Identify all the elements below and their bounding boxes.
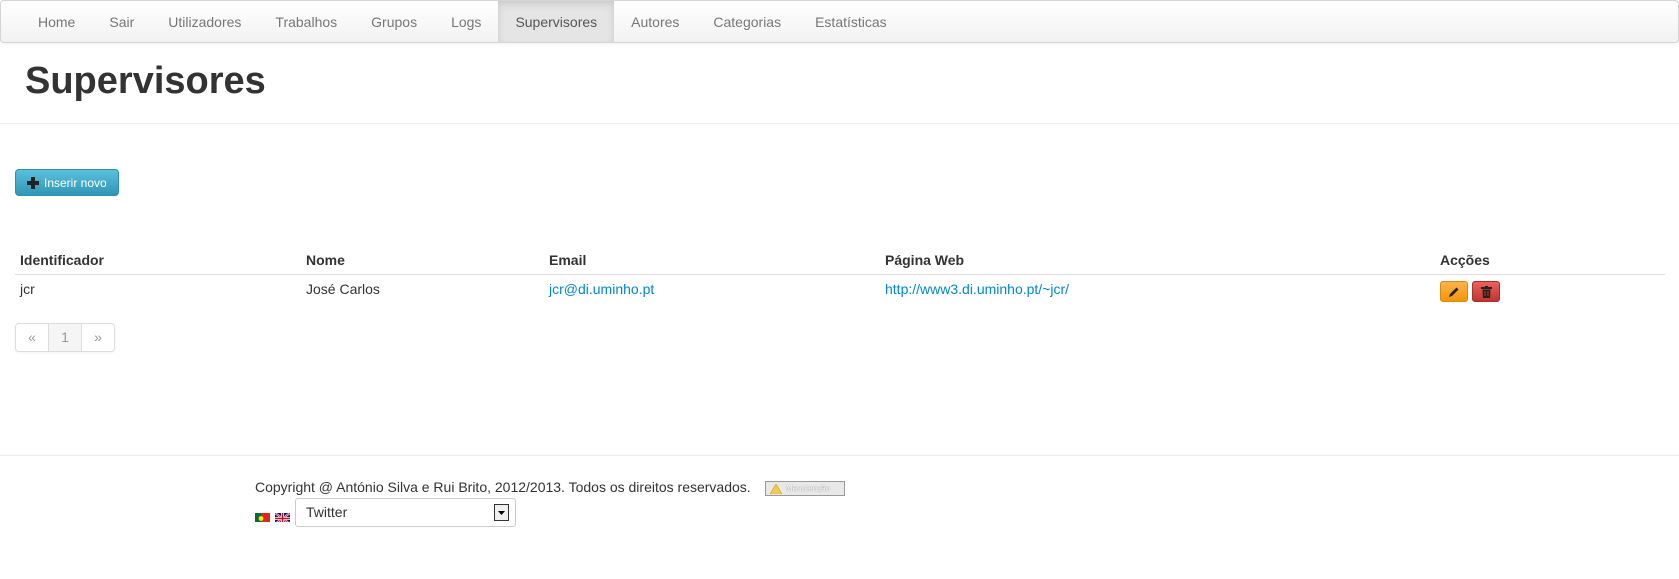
nav-item-utilizadores[interactable]: Utilizadores bbox=[151, 1, 258, 43]
maintenance-label: Manutenção bbox=[786, 484, 831, 493]
pagination: « 1 » bbox=[15, 323, 115, 352]
social-select-value: Twitter bbox=[306, 504, 348, 520]
insert-new-label: Inserir novo bbox=[44, 175, 107, 190]
pagination-page-1[interactable]: 1 bbox=[49, 324, 82, 351]
portugal-flag-icon[interactable] bbox=[255, 511, 270, 522]
row-actions bbox=[1440, 281, 1660, 302]
column-header-identificador[interactable]: Identificador bbox=[15, 248, 301, 275]
social-select[interactable]: Twitter bbox=[295, 498, 516, 527]
nav-item-logs[interactable]: Logs bbox=[434, 1, 498, 43]
pencil-icon bbox=[1449, 287, 1459, 297]
insert-new-button[interactable]: Inserir novo bbox=[15, 169, 119, 196]
nav-item-grupos[interactable]: Grupos bbox=[354, 1, 434, 43]
uk-flag-icon[interactable] bbox=[275, 511, 290, 522]
warning-icon bbox=[770, 483, 782, 494]
supervisors-table: Identificador Nome Email Página Web Acçõ… bbox=[15, 248, 1665, 305]
copyright-text: Copyright @ António Silva e Rui Brito, 2… bbox=[255, 479, 751, 495]
cell-identificador: jcr bbox=[20, 281, 35, 297]
page-header: Supervisores bbox=[0, 43, 1679, 124]
column-header-pagina-web[interactable]: Página Web bbox=[880, 248, 1435, 275]
nav-menu: Home Sair Utilizadores Trabalhos Grupos … bbox=[21, 1, 904, 43]
nav-item-estatisticas[interactable]: Estatísticas bbox=[798, 1, 904, 43]
page-title: Supervisores bbox=[25, 60, 266, 102]
nav-item-sair[interactable]: Sair bbox=[92, 1, 151, 43]
nav-item-autores[interactable]: Autores bbox=[614, 1, 696, 43]
web-page-link[interactable]: http://www3.di.uminho.pt/~jcr/ bbox=[885, 281, 1069, 297]
delete-button[interactable] bbox=[1472, 281, 1500, 302]
table-row: jcr José Carlos jcr@di.uminho.pt http://… bbox=[15, 275, 1665, 306]
footer-divider bbox=[0, 455, 1679, 456]
nav-item-categorias[interactable]: Categorias bbox=[696, 1, 798, 43]
edit-button[interactable] bbox=[1440, 281, 1468, 302]
nav-item-supervisores[interactable]: Supervisores bbox=[498, 1, 615, 43]
column-header-nome[interactable]: Nome bbox=[301, 248, 544, 275]
maintenance-badge[interactable]: Manutenção bbox=[765, 481, 845, 496]
cell-nome: José Carlos bbox=[306, 281, 380, 297]
trash-icon bbox=[1480, 285, 1492, 298]
table-header-row: Identificador Nome Email Página Web Acçõ… bbox=[15, 248, 1665, 275]
pagination-prev[interactable]: « bbox=[16, 324, 49, 351]
pagination-next[interactable]: » bbox=[82, 324, 114, 351]
nav-item-trabalhos[interactable]: Trabalhos bbox=[258, 1, 354, 43]
plus-icon bbox=[27, 176, 39, 189]
chevron-down-icon[interactable] bbox=[494, 504, 509, 521]
email-link[interactable]: jcr@di.uminho.pt bbox=[549, 281, 654, 297]
top-navbar: Home Sair Utilizadores Trabalhos Grupos … bbox=[0, 0, 1679, 43]
nav-item-home[interactable]: Home bbox=[21, 1, 92, 43]
column-header-accoes: Acções bbox=[1435, 248, 1665, 275]
column-header-email[interactable]: Email bbox=[544, 248, 880, 275]
